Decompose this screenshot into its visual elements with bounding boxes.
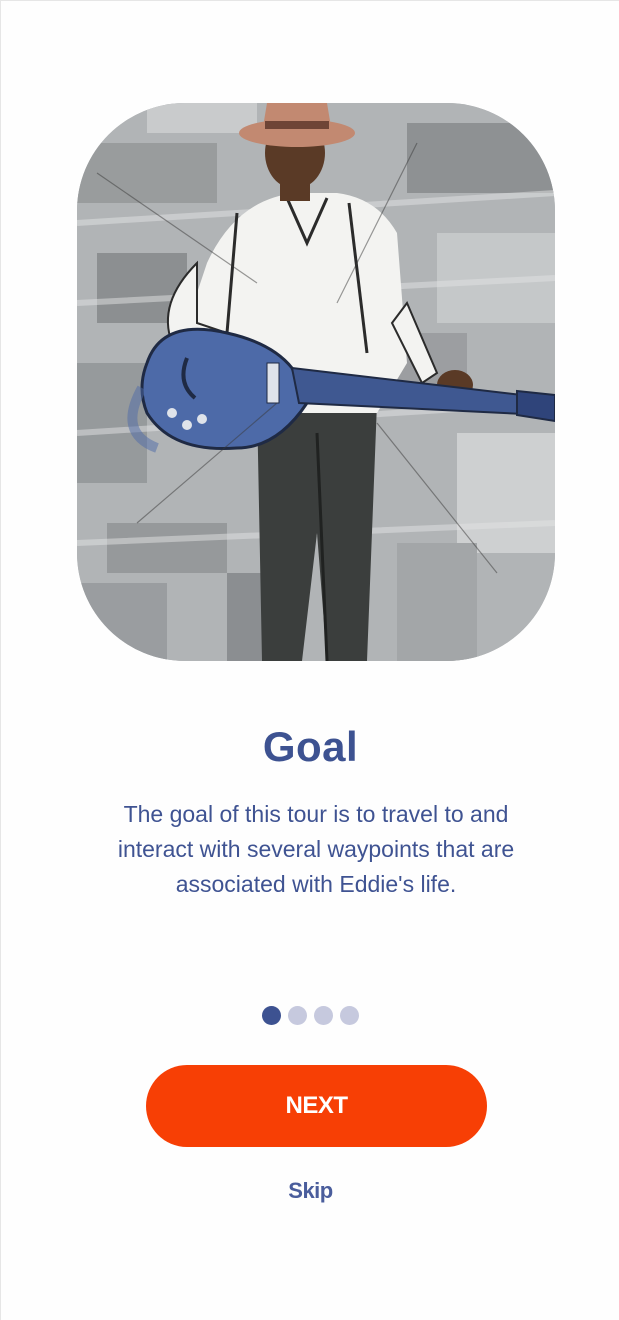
page-dot-4[interactable] — [340, 1006, 359, 1025]
onboarding-screen: Goal The goal of this tour is to travel … — [0, 0, 619, 1320]
page-indicator — [1, 1006, 619, 1025]
skip-link[interactable]: Skip — [1, 1178, 619, 1204]
page-dot-2[interactable] — [288, 1006, 307, 1025]
page-dot-1[interactable] — [262, 1006, 281, 1025]
next-button[interactable]: NEXT — [146, 1065, 487, 1147]
page-title: Goal — [262, 723, 359, 770]
guitarist-illustration-icon — [77, 103, 555, 661]
hero-illustration — [77, 103, 555, 661]
page-dot-3[interactable] — [314, 1006, 333, 1025]
page-description: The goal of this tour is to travel to an… — [117, 801, 515, 897]
